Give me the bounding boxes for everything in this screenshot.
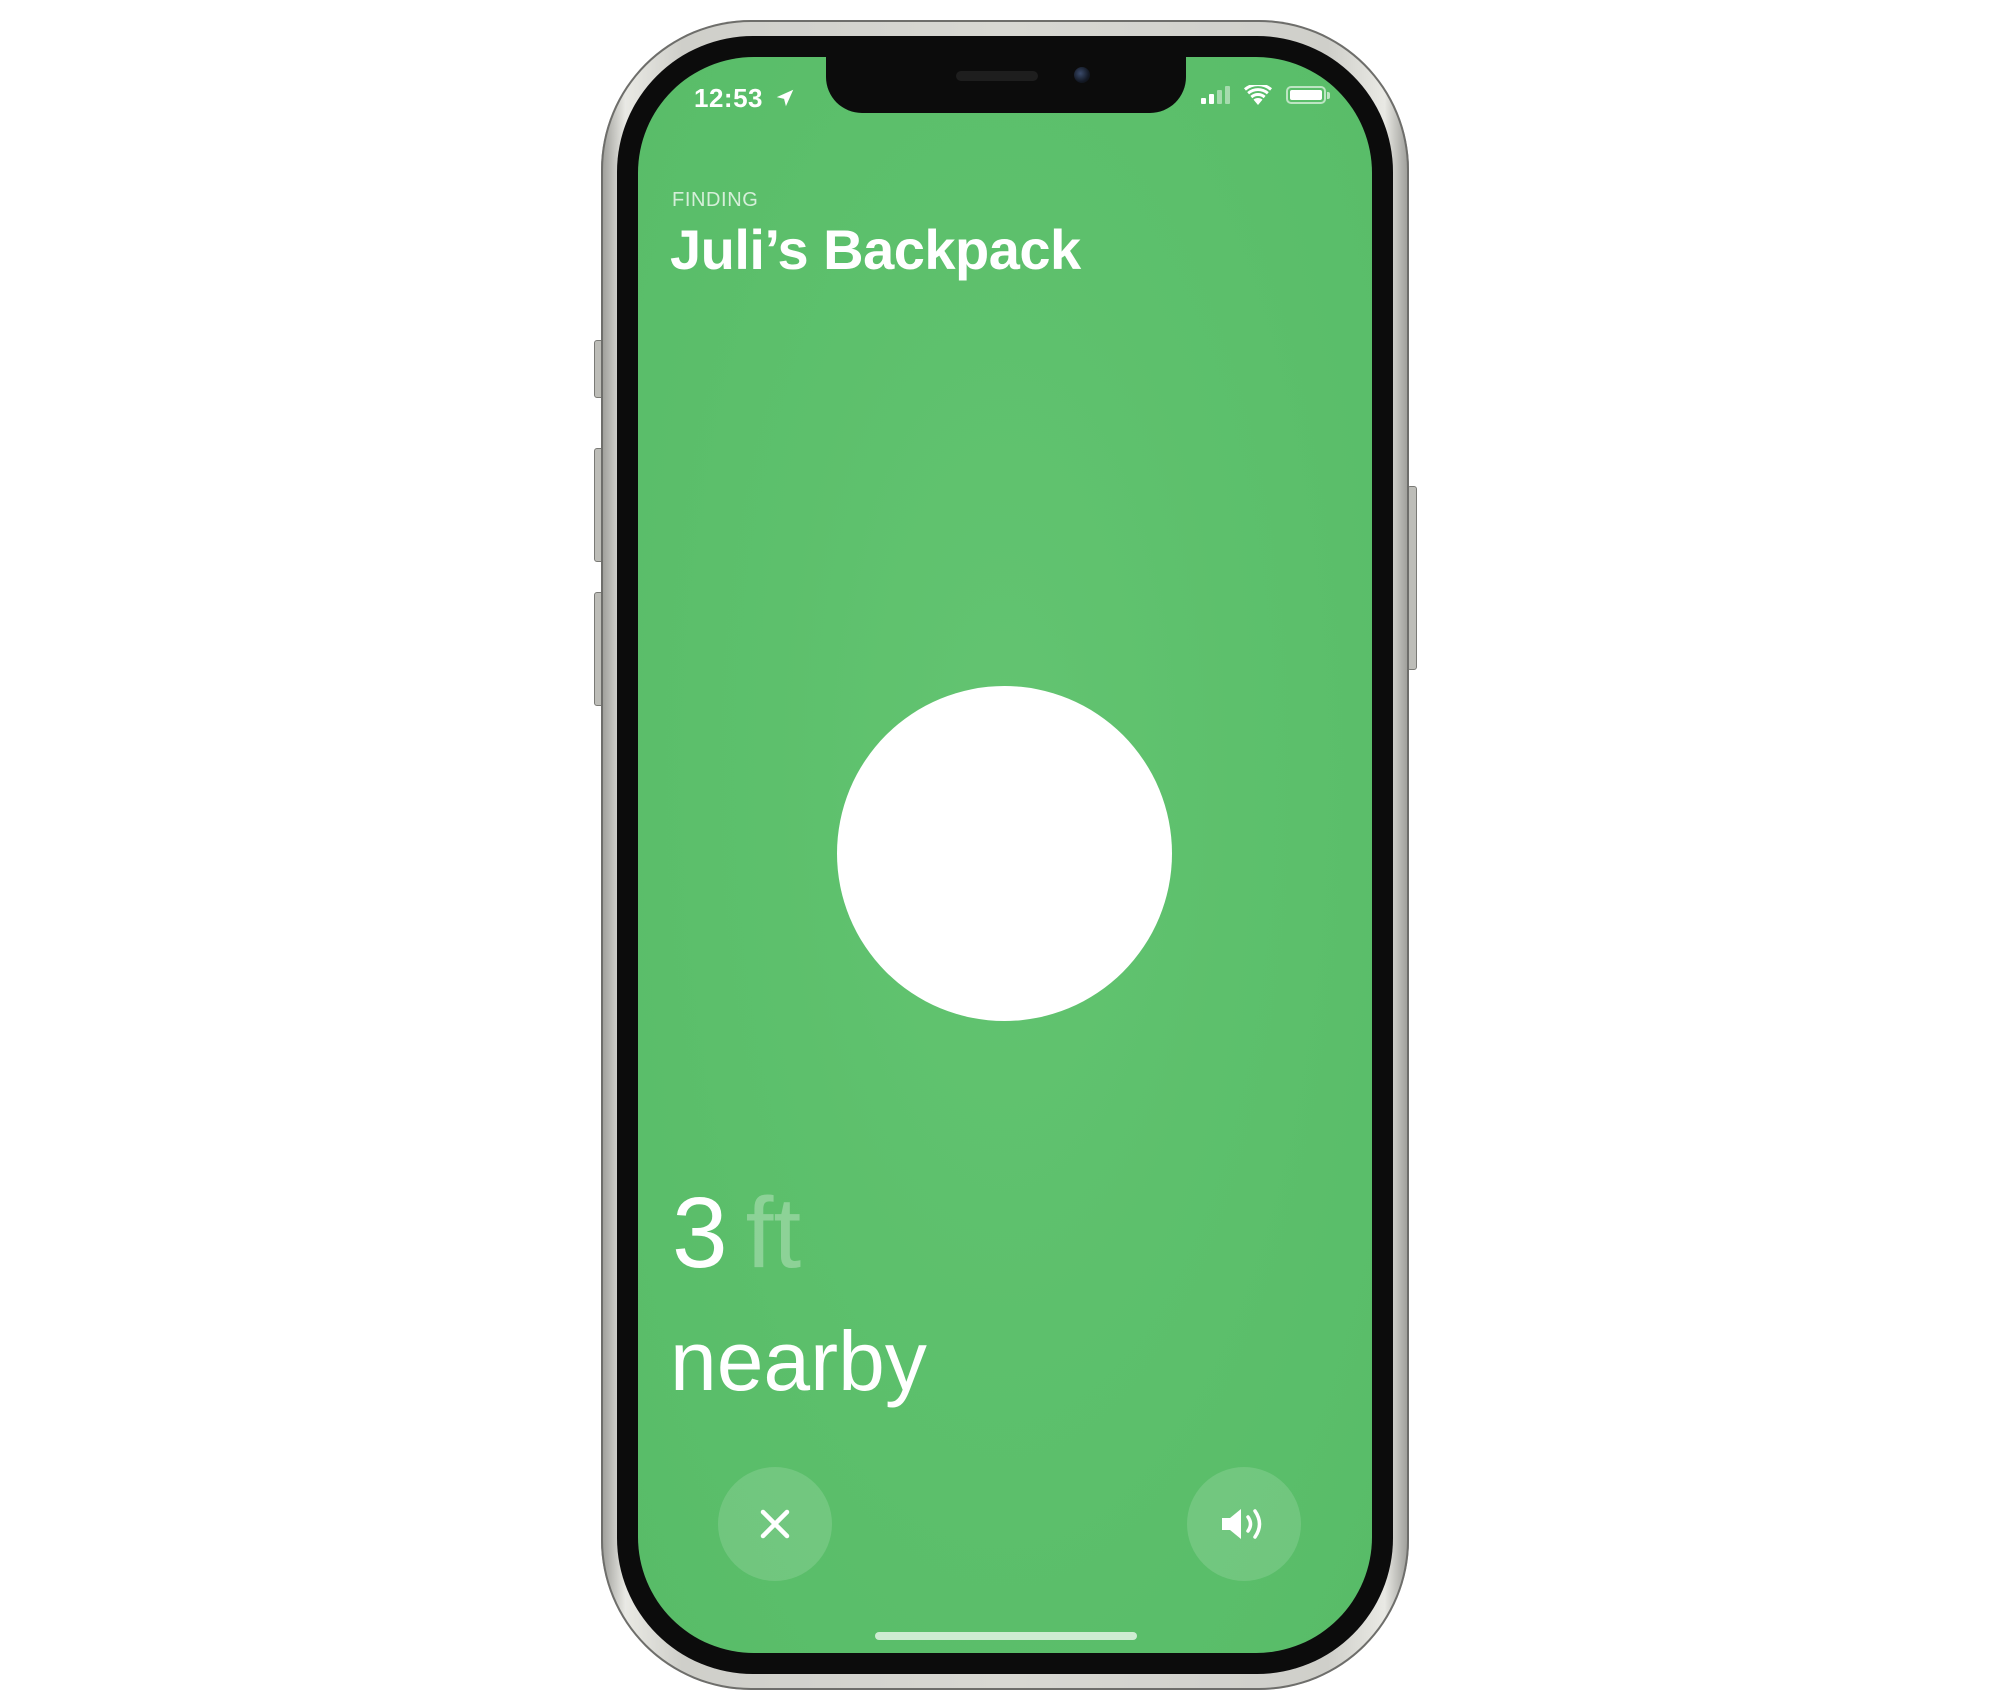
earpiece-speaker [956, 71, 1038, 81]
wifi-icon [1244, 85, 1272, 105]
battery-level [1290, 90, 1322, 100]
finding-label: FINDING [672, 189, 759, 211]
item-name-title: Juli’s Backpack [670, 218, 1081, 281]
find-my-screen: 12:53 FINDING Juli’s Backpack 3 ft nearb… [638, 57, 1372, 1653]
battery-icon [1286, 86, 1330, 104]
direction-text: nearby [670, 1314, 927, 1408]
precision-target-dot [837, 686, 1172, 1021]
distance-readout: 3 ft [672, 1183, 801, 1283]
notch [826, 57, 1186, 113]
status-indicators [1201, 85, 1330, 105]
front-camera [1074, 67, 1090, 83]
distance-unit: ft [745, 1177, 802, 1289]
stage: 12:53 FINDING Juli’s Backpack 3 ft nearb… [0, 0, 2000, 1702]
close-button[interactable] [718, 1467, 832, 1581]
play-sound-button[interactable] [1187, 1467, 1301, 1581]
home-indicator[interactable] [875, 1632, 1137, 1640]
status-time: 12:53 [694, 83, 763, 113]
speaker-sound-icon [1222, 1509, 1262, 1539]
battery-nub [1327, 92, 1330, 99]
location-arrow-icon [776, 89, 794, 107]
close-icon [760, 1509, 790, 1539]
distance-value: 3 [672, 1177, 728, 1289]
cellular-signal-icon [1201, 86, 1230, 104]
